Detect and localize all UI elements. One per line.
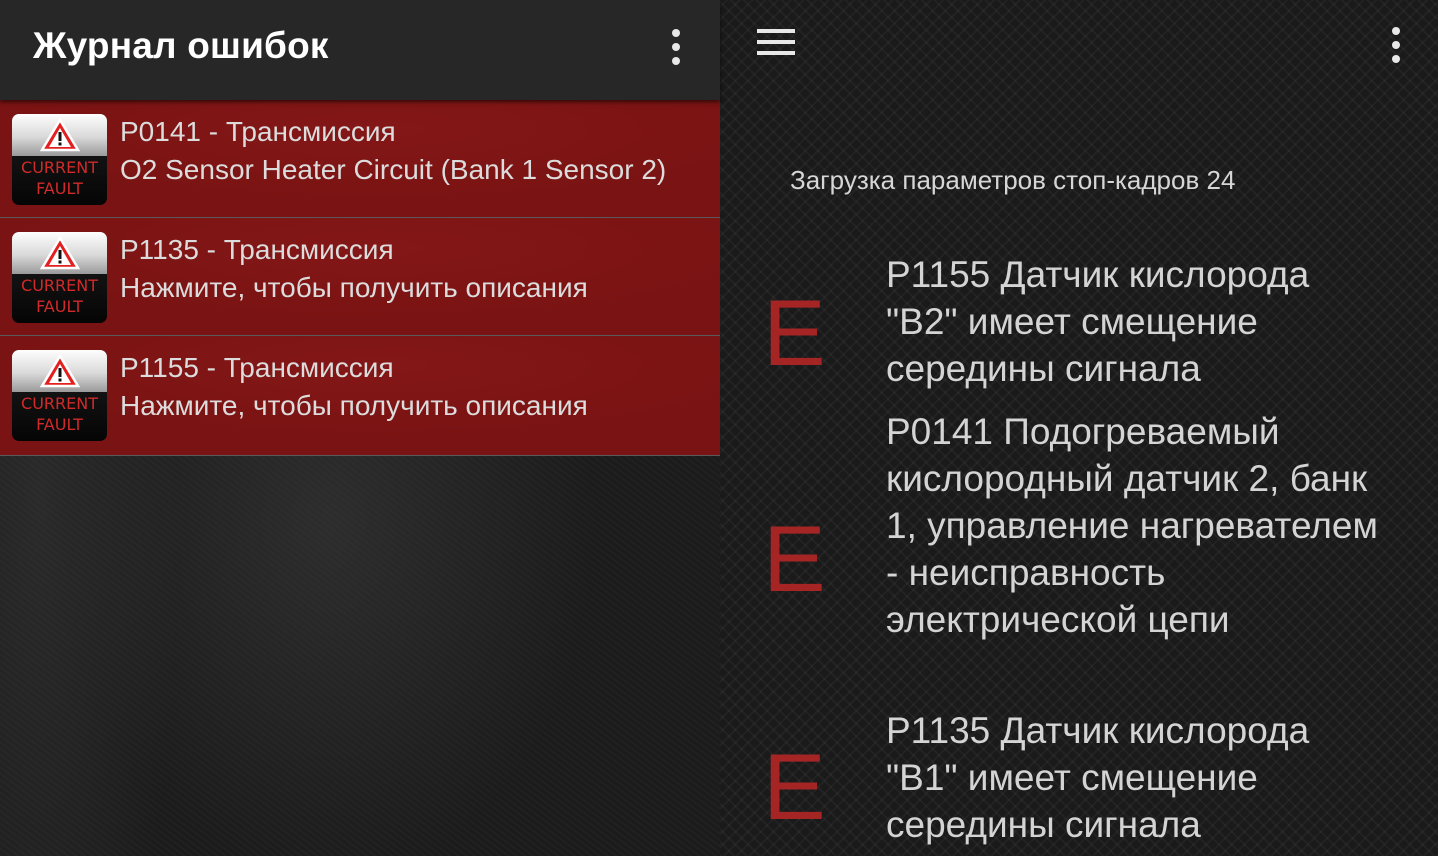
dtc-status-letter: E: [763, 280, 826, 385]
fault-list-item[interactable]: CURRENT FAULT P0141 - Трансмиссия O2 Sen…: [0, 100, 720, 218]
badge-line-current: CURRENT: [21, 158, 98, 177]
more-vert-icon[interactable]: [670, 29, 682, 65]
fault-description: O2 Sensor Heater Circuit (Bank 1 Sensor …: [120, 154, 667, 185]
dtc-description: P0141 Подогреваемый кислородный датчик 2…: [886, 411, 1378, 640]
more-vert-icon[interactable]: [1390, 27, 1402, 63]
fault-list: CURRENT FAULT P0141 - Трансмиссия O2 Sen…: [0, 100, 720, 456]
fault-description: Нажмите, чтобы получить описания: [120, 272, 588, 303]
current-fault-badge: CURRENT FAULT: [12, 232, 107, 323]
badge-line-fault: FAULT: [36, 415, 83, 434]
current-fault-badge: CURRENT FAULT: [12, 114, 107, 205]
fault-log-pane: Журнал ошибок CURRENT FAULT P0141 - Тран…: [0, 0, 720, 856]
fault-log-toolbar: Журнал ошибок: [0, 0, 720, 100]
warning-triangle-icon: [40, 354, 80, 388]
fault-list-item[interactable]: CURRENT FAULT P1135 - Трансмиссия Нажмит…: [0, 218, 720, 336]
warning-triangle-icon: [40, 118, 80, 152]
fault-list-item[interactable]: CURRENT FAULT P1155 - Трансмиссия Нажмит…: [0, 336, 720, 456]
badge-line-fault: FAULT: [36, 179, 83, 198]
hamburger-menu-icon[interactable]: [757, 29, 795, 57]
badge-line-current: CURRENT: [21, 394, 98, 413]
warning-triangle-icon: [40, 236, 80, 270]
dtc-description: P1155 Датчик кислорода "B2" имеет смещен…: [886, 254, 1310, 389]
current-fault-badge: CURRENT FAULT: [12, 350, 107, 441]
fault-code: P0141 - Трансмиссия: [120, 116, 396, 147]
app-screen: Журнал ошибок CURRENT FAULT P0141 - Тран…: [0, 0, 1438, 856]
fault-description: Нажмите, чтобы получить описания: [120, 390, 588, 421]
dtc-status-letter: E: [763, 734, 826, 839]
badge-line-fault: FAULT: [36, 297, 83, 316]
page-title: Журнал ошибок: [33, 25, 329, 66]
fault-code: P1155 - Трансмиссия: [120, 352, 394, 383]
fault-code: P1135 - Трансмиссия: [120, 234, 394, 265]
dtc-description: P1135 Датчик кислорода "B1" имеет смещен…: [886, 710, 1310, 845]
badge-line-current: CURRENT: [21, 276, 98, 295]
freeze-frame-label: Загрузка параметров стоп-кадров 24: [790, 165, 1236, 195]
freeze-frame-pane: Загрузка параметров стоп-кадров 24 E P11…: [720, 0, 1438, 856]
dtc-status-letter: E: [763, 506, 826, 611]
